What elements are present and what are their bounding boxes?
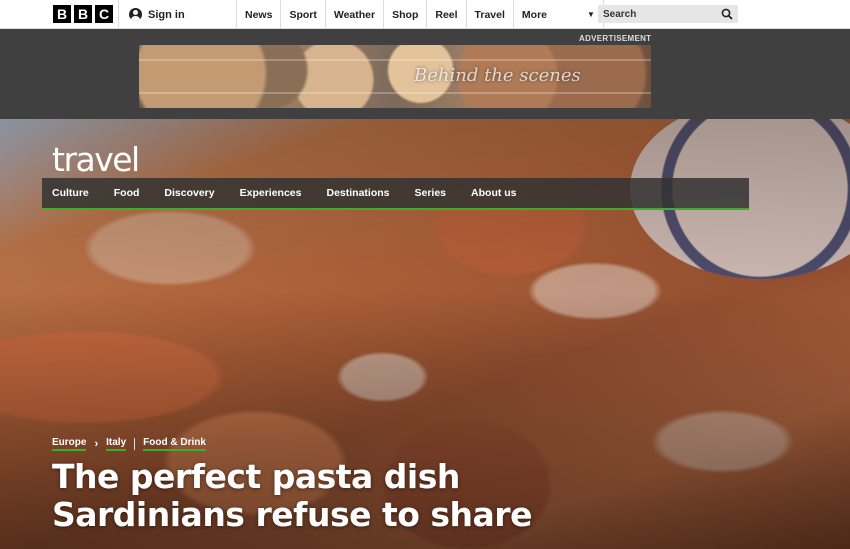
search-input[interactable] [603, 8, 703, 20]
breadcrumb-divider [134, 438, 136, 450]
search-icon[interactable] [721, 8, 733, 20]
advertisement-banner-text: Behind the scenes [414, 65, 581, 86]
subnav-discovery[interactable]: Discovery [164, 187, 214, 199]
breadcrumb-italy[interactable]: Italy [106, 437, 127, 451]
film-strip-bottom [139, 92, 651, 94]
bbc-logo[interactable]: B B C [53, 5, 113, 23]
nav-link-reel[interactable]: Reel [426, 0, 465, 29]
nav-link-shop[interactable]: Shop [383, 0, 426, 29]
subnav-food[interactable]: Food [114, 187, 140, 199]
logo-letter-b2: B [74, 5, 92, 23]
breadcrumb-food-drink[interactable]: Food & Drink [143, 437, 206, 451]
more-label: More [521, 8, 547, 21]
breadcrumb: Europe › Italy Food & Drink [52, 437, 206, 451]
advertisement-label: ADVERTISEMENT [579, 34, 652, 43]
headline-line-1: The perfect pasta dish [52, 457, 460, 496]
breadcrumb-europe[interactable]: Europe [52, 437, 87, 451]
global-nav-bar: B B C Sign in News Sport Weather Shop Re… [0, 0, 850, 29]
advertisement-band: ADVERTISEMENT Behind the scenes [0, 29, 850, 119]
signin-button[interactable]: Sign in [118, 0, 236, 29]
nav-link-travel[interactable]: Travel [465, 0, 513, 29]
logo-letter-b1: B [53, 5, 71, 23]
advertisement-banner[interactable]: Behind the scenes [139, 45, 651, 108]
account-icon [129, 8, 142, 21]
headline-line-2: Sardinians refuse to share [52, 495, 532, 534]
search-box[interactable] [598, 5, 738, 23]
chevron-down-icon: ▼ [586, 10, 595, 19]
nav-link-sport[interactable]: Sport [280, 0, 324, 29]
chevron-right-icon: › [94, 438, 99, 450]
film-strip-top [139, 59, 651, 61]
article-headline: The perfect pasta dish Sardinians refuse… [52, 458, 612, 534]
nav-link-weather[interactable]: Weather [324, 0, 383, 29]
travel-section-nav: Culture Food Discovery Experiences Desti… [42, 178, 749, 210]
subnav-experiences[interactable]: Experiences [240, 187, 302, 199]
signin-label: Sign in [148, 8, 185, 21]
subnav-about-us[interactable]: About us [471, 187, 517, 199]
nav-link-news[interactable]: News [236, 0, 280, 29]
nav-more-button[interactable]: More ▼ [512, 0, 604, 29]
subnav-series[interactable]: Series [415, 187, 447, 199]
logo-letter-c: C [95, 5, 113, 23]
travel-logo[interactable]: travel [52, 140, 140, 179]
subnav-destinations[interactable]: Destinations [326, 187, 389, 199]
global-nav-links: News Sport Weather Shop Reel Travel More… [236, 0, 604, 29]
subnav-culture[interactable]: Culture [52, 187, 89, 199]
